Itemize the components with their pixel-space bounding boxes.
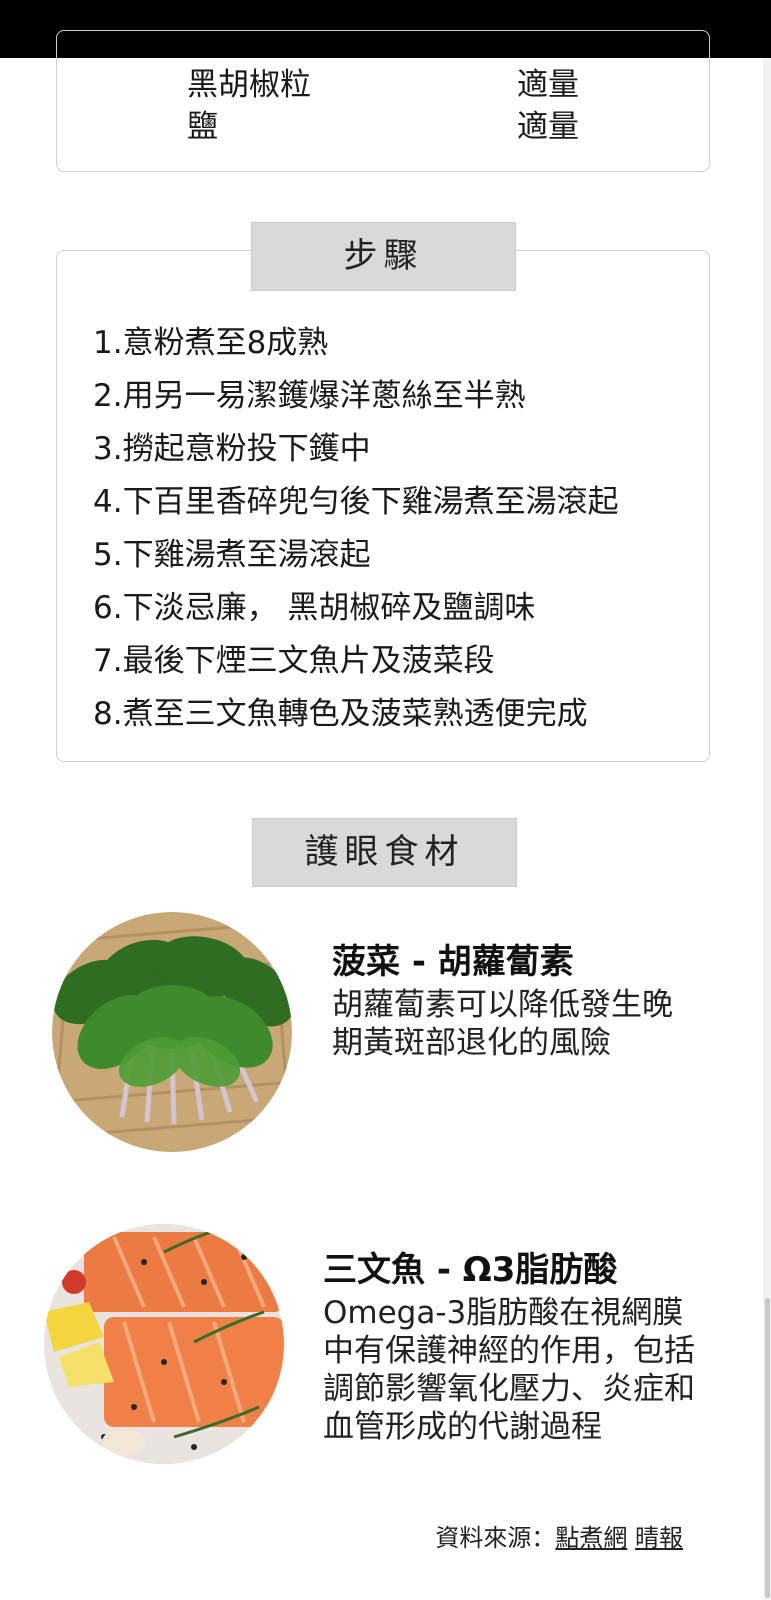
ingredient-amount: 適量 <box>517 109 579 145</box>
step-item: 2.用另一易潔鑊爆洋蔥絲至半熟 <box>93 378 526 414</box>
step-item: 5.下雞湯煮至湯滾起 <box>93 537 371 573</box>
spinach-photo <box>52 912 292 1152</box>
source-link-dianzhu[interactable]: 點煮網 <box>555 1524 627 1552</box>
ingredient-name: 鹽 <box>187 109 218 145</box>
ingredients-box: 黑胡椒粒 適量 鹽 適量 <box>56 30 710 172</box>
salmon-description: Omega-3脂肪酸在視網膜中有保護神經的作用，包括調節影響氧化壓力、炎症和血管… <box>323 1295 695 1445</box>
steps-list: 1.意粉煮至8成熟 2.用另一易潔鑊爆洋蔥絲至半熟 3.撈起意粉投下鑊中 4.下… <box>93 317 619 741</box>
ingredient-name: 黑胡椒粒 <box>187 67 311 103</box>
salmon-photo <box>44 1222 284 1466</box>
ingredient-amount: 適量 <box>517 67 579 103</box>
ingredient-row: 黑胡椒粒 適量 <box>187 65 579 105</box>
salmon-title: 三文魚 - Ω3脂肪酸 <box>323 1250 618 1290</box>
spinach-description: 胡蘿蔔素可以降低發生晚期黃斑部退化的風險 <box>332 987 673 1061</box>
scrollbar-thumb[interactable] <box>765 1298 770 1598</box>
spinach-title: 菠菜 - 胡蘿蔔素 <box>332 942 574 982</box>
step-item: 4.下百里香碎兜勻後下雞湯煮至湯滾起 <box>93 484 619 520</box>
step-item: 8.煮至三文魚轉色及菠菜熟透便完成 <box>93 696 588 732</box>
step-item: 3.撈起意粉投下鑊中 <box>93 431 371 467</box>
scrollbar[interactable] <box>763 58 771 1600</box>
step-item: 1.意粉煮至8成熟 <box>93 325 329 361</box>
eye-foods-heading: 護眼食材 <box>252 818 517 887</box>
source-line: 資料來源：點煮網 晴報 <box>435 1518 683 1553</box>
source-label: 資料來源： <box>435 1524 556 1552</box>
steps-heading: 步驟 <box>251 222 516 291</box>
step-item: 6.下淡忌廉， 黑胡椒碎及鹽調味 <box>93 590 536 626</box>
source-link-skypost[interactable]: 晴報 <box>635 1524 683 1552</box>
ingredient-row: 鹽 適量 <box>187 107 579 147</box>
step-item: 7.最後下煙三文魚片及菠菜段 <box>93 643 495 679</box>
